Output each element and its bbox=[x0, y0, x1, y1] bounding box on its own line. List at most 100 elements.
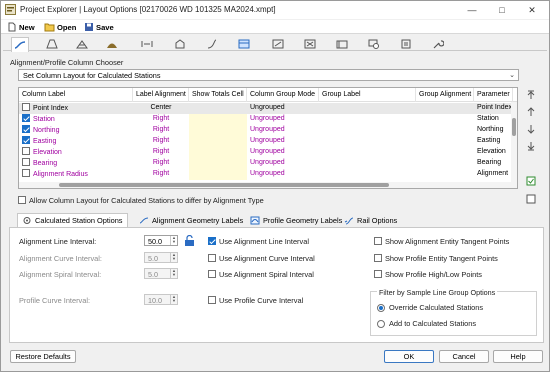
use-alignment-line-checkbox[interactable]: Use Alignment Line Interval bbox=[208, 236, 309, 246]
column-label-cell[interactable]: Easting bbox=[19, 136, 133, 147]
column-label-cell[interactable]: Alignment Radius bbox=[19, 169, 133, 180]
tab-profile-geometry-labels[interactable]: Profile Geometry Labels bbox=[246, 213, 346, 227]
group-mode-cell[interactable]: Ungrouped bbox=[247, 147, 319, 158]
use-alignment-spiral-checkbox[interactable]: Use Alignment Spiral Interval bbox=[208, 269, 314, 279]
show-high-low-checkbox[interactable]: Show Profile High/Low Points bbox=[374, 269, 482, 279]
move-up-button[interactable] bbox=[525, 106, 537, 118]
group-mode-cell[interactable]: Ungrouped bbox=[247, 103, 319, 114]
tab-pipe[interactable] bbox=[203, 37, 221, 51]
column-label-cell[interactable]: Bearing bbox=[19, 158, 133, 169]
parameter-cell[interactable]: Station bbox=[474, 114, 513, 125]
tab-corridor[interactable] bbox=[43, 37, 61, 51]
row-visible-checkbox[interactable] bbox=[22, 125, 30, 133]
grid-vertical-scrollbar[interactable] bbox=[511, 102, 517, 188]
tab-label[interactable] bbox=[269, 37, 287, 51]
show-high-low-box[interactable] bbox=[374, 269, 382, 278]
label-alignment-cell[interactable]: Right bbox=[133, 169, 189, 180]
parameter-cell[interactable]: Elevation bbox=[474, 147, 513, 158]
show-totals-cell[interactable] bbox=[189, 158, 247, 169]
show-totals-cell[interactable] bbox=[189, 136, 247, 147]
alignment-spiral-interval-input[interactable]: 5.0 ▲ ▼ bbox=[144, 268, 178, 279]
use-alignment-curve-checkbox[interactable]: Use Alignment Curve Interval bbox=[208, 253, 315, 263]
label-alignment-cell[interactable]: Right bbox=[133, 114, 189, 125]
move-down-button[interactable] bbox=[525, 123, 537, 135]
tab-report[interactable] bbox=[397, 37, 415, 51]
allow-differ-checkbox[interactable]: Allow Column Layout for Calculated Stati… bbox=[18, 195, 264, 205]
tab-parcel[interactable] bbox=[171, 37, 189, 51]
move-bottom-button[interactable] bbox=[525, 140, 537, 152]
override-radio[interactable]: Override Calculated Stations bbox=[377, 303, 483, 312]
group-alignment-cell[interactable] bbox=[416, 169, 474, 180]
show-profile-tangent-checkbox[interactable]: Show Profile Entity Tangent Points bbox=[374, 253, 498, 263]
group-label-cell[interactable] bbox=[319, 169, 416, 180]
column-layout-select[interactable]: Set Column Layout for Calculated Station… bbox=[18, 69, 519, 81]
header-column-label[interactable]: Column Label bbox=[19, 88, 133, 102]
use-profile-curve-box[interactable] bbox=[208, 295, 216, 304]
spinner-icon[interactable]: ▲ ▼ bbox=[170, 253, 177, 262]
show-totals-cell[interactable] bbox=[189, 147, 247, 158]
label-alignment-cell[interactable]: Right bbox=[133, 147, 189, 158]
open-button[interactable]: Open bbox=[44, 21, 76, 33]
header-group-label[interactable]: Group Label bbox=[319, 88, 416, 102]
group-alignment-cell[interactable] bbox=[416, 114, 474, 125]
show-totals-cell[interactable] bbox=[189, 103, 247, 114]
lock-icon[interactable] bbox=[184, 235, 195, 246]
group-label-cell[interactable] bbox=[319, 147, 416, 158]
label-alignment-cell[interactable]: Right bbox=[133, 158, 189, 169]
header-group-mode[interactable]: Column Group Mode bbox=[247, 88, 319, 102]
tab-table[interactable] bbox=[235, 37, 253, 51]
label-alignment-cell[interactable]: Right bbox=[133, 136, 189, 147]
row-visible-checkbox[interactable] bbox=[22, 136, 30, 144]
table-row[interactable]: Alignment Radius Right Ungrouped Alignment bbox=[19, 169, 517, 180]
grid-vertical-thumb[interactable] bbox=[512, 118, 516, 136]
add-radio-dot[interactable] bbox=[377, 319, 385, 328]
group-alignment-cell[interactable] bbox=[416, 158, 474, 169]
group-label-cell[interactable] bbox=[319, 158, 416, 169]
grid-horizontal-scrollbar[interactable] bbox=[19, 182, 513, 188]
restore-defaults-button[interactable]: Restore Defaults bbox=[10, 350, 76, 363]
check-all-button[interactable] bbox=[525, 175, 537, 187]
move-top-button[interactable] bbox=[525, 89, 537, 101]
table-row[interactable]: Point Index Center Ungrouped Point Index bbox=[19, 103, 517, 114]
group-alignment-cell[interactable] bbox=[416, 103, 474, 114]
header-show-totals[interactable]: Show Totals Cell bbox=[189, 88, 247, 102]
column-label-cell[interactable]: Station bbox=[19, 114, 133, 125]
show-totals-cell[interactable] bbox=[189, 169, 247, 180]
header-group-alignment[interactable]: Group Alignment bbox=[416, 88, 474, 102]
alignment-line-interval-input[interactable]: 50.0 ▲ ▼ bbox=[144, 235, 178, 246]
show-totals-cell[interactable] bbox=[189, 125, 247, 136]
header-parameter[interactable]: Parameter bbox=[474, 88, 513, 102]
label-alignment-cell[interactable]: Right bbox=[133, 125, 189, 136]
tab-survey[interactable] bbox=[333, 37, 351, 51]
group-mode-cell[interactable]: Ungrouped bbox=[247, 158, 319, 169]
parameter-cell[interactable]: Bearing bbox=[474, 158, 513, 169]
alignment-curve-interval-input[interactable]: 5.0 ▲ ▼ bbox=[144, 252, 178, 263]
group-label-cell[interactable] bbox=[319, 125, 416, 136]
show-entity-tangent-checkbox[interactable]: Show Alignment Entity Tangent Points bbox=[374, 236, 509, 246]
group-alignment-cell[interactable] bbox=[416, 147, 474, 158]
help-button[interactable]: Help bbox=[493, 350, 543, 363]
parameter-cell[interactable]: Northing bbox=[474, 125, 513, 136]
ok-button[interactable]: OK bbox=[384, 350, 434, 363]
tab-settings[interactable] bbox=[429, 37, 447, 51]
column-grid[interactable]: Column Label Label Alignment Show Totals… bbox=[18, 87, 518, 189]
use-profile-curve-checkbox[interactable]: Use Profile Curve Interval bbox=[208, 295, 303, 305]
uncheck-all-button[interactable] bbox=[525, 193, 537, 205]
header-label-alignment[interactable]: Label Alignment bbox=[133, 88, 189, 102]
use-alignment-line-box[interactable] bbox=[208, 236, 216, 245]
row-visible-checkbox[interactable] bbox=[22, 103, 30, 111]
tab-surface[interactable] bbox=[73, 37, 91, 51]
row-visible-checkbox[interactable] bbox=[22, 169, 30, 177]
use-alignment-curve-box[interactable] bbox=[208, 253, 216, 262]
table-row[interactable]: Easting Right Ungrouped Easting bbox=[19, 136, 517, 147]
column-label-cell[interactable]: Northing bbox=[19, 125, 133, 136]
row-visible-checkbox[interactable] bbox=[22, 147, 30, 155]
tab-gallery[interactable] bbox=[365, 37, 383, 51]
minimize-button[interactable]: — bbox=[461, 1, 483, 19]
override-radio-dot[interactable] bbox=[377, 303, 385, 312]
new-button[interactable]: New bbox=[7, 21, 35, 33]
group-alignment-cell[interactable] bbox=[416, 125, 474, 136]
row-visible-checkbox[interactable] bbox=[22, 158, 30, 166]
maximize-button[interactable]: □ bbox=[491, 1, 513, 19]
tab-profile[interactable] bbox=[103, 37, 121, 51]
